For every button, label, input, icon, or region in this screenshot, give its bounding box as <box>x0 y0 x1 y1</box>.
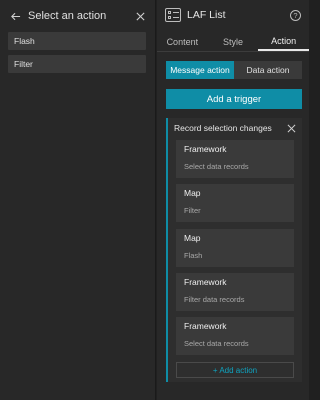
action-target: Framework <box>184 277 227 287</box>
close-icon[interactable] <box>133 9 147 23</box>
trigger-header: Record selection changes <box>168 118 302 138</box>
list-widget-icon <box>165 8 181 22</box>
action-description: Filter <box>184 206 201 215</box>
select-action-header: Select an action <box>0 0 155 32</box>
action-target: Map <box>184 188 201 198</box>
action-description: Select data records <box>184 339 249 348</box>
tab-action[interactable]: Action <box>258 32 310 51</box>
tab-content[interactable]: Content <box>157 32 208 51</box>
tab-style[interactable]: Style <box>208 32 259 51</box>
close-icon[interactable] <box>286 123 296 133</box>
action-card[interactable]: Framework Select data records <box>176 140 294 178</box>
widget-title: LAF List <box>187 9 226 21</box>
action-option-flash[interactable]: Flash <box>8 32 146 50</box>
add-trigger-button[interactable]: Add a trigger <box>166 89 302 109</box>
action-target: Framework <box>184 144 227 154</box>
widget-header: LAF List ? <box>157 0 309 30</box>
action-target: Map <box>184 233 201 243</box>
action-card[interactable]: Map Filter <box>176 184 294 222</box>
widget-settings-panel: LAF List ? Content Style Action Message … <box>157 0 310 400</box>
settings-tabs: Content Style Action <box>157 32 310 52</box>
trigger-card: Record selection changes Framework Selec… <box>166 118 302 382</box>
help-icon[interactable]: ? <box>290 9 301 21</box>
action-description: Flash <box>184 251 203 260</box>
action-description: Filter data records <box>184 295 245 304</box>
action-description: Select data records <box>184 162 249 171</box>
action-target: Framework <box>184 321 227 331</box>
action-card[interactable]: Framework Filter data records <box>176 273 294 311</box>
data-action-button[interactable]: Data action <box>234 61 302 79</box>
action-card[interactable]: Map Flash <box>176 229 294 267</box>
arrow-left-icon[interactable] <box>8 9 22 23</box>
action-type-toggle: Message action Data action <box>166 61 302 79</box>
message-action-button[interactable]: Message action <box>166 61 234 79</box>
panel-title: Select an action <box>28 10 107 22</box>
action-card[interactable]: Framework Select data records <box>176 317 294 355</box>
select-action-panel: Select an action Flash Filter <box>0 0 156 400</box>
action-option-filter[interactable]: Filter <box>8 55 146 73</box>
add-action-button[interactable]: + Add action <box>176 362 294 378</box>
trigger-title: Record selection changes <box>174 123 272 133</box>
